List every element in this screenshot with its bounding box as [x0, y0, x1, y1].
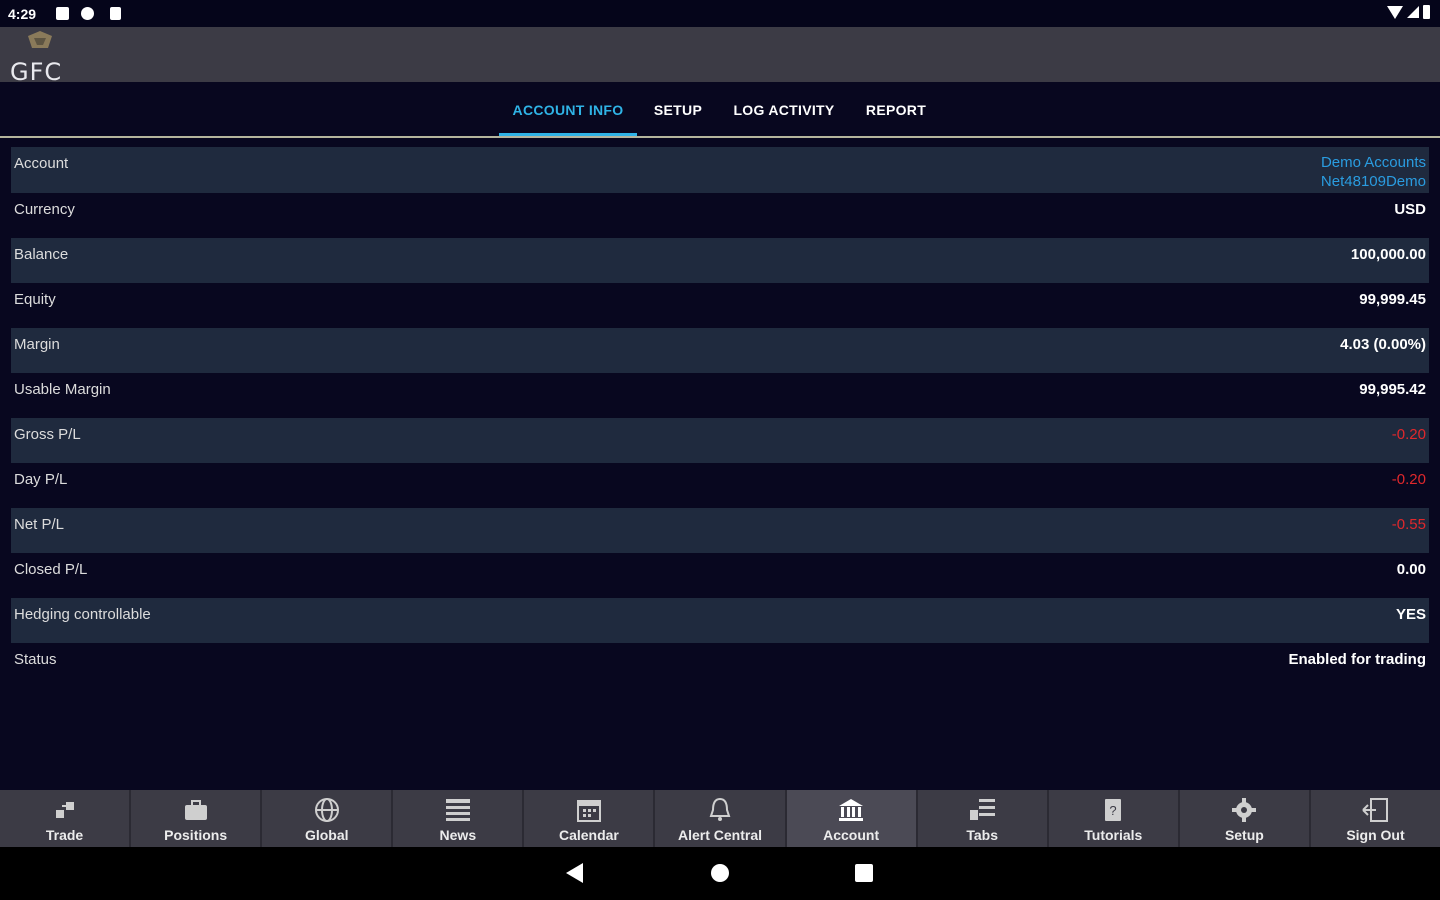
notification-icon	[81, 7, 94, 20]
row-label: Margin	[14, 336, 60, 353]
nav-global[interactable]: Global	[262, 790, 394, 847]
row-value: YES	[1395, 606, 1426, 623]
row-margin: Margin 4.03 (0.00%)	[11, 328, 1429, 373]
nav-sign-out[interactable]: Sign Out	[1311, 790, 1440, 847]
bottom-nav: Trade Positions Global News Calendar Ale…	[0, 790, 1440, 847]
system-nav-bar	[0, 847, 1440, 900]
tab-label: Log Activity	[733, 102, 835, 118]
back-icon[interactable]	[566, 863, 583, 883]
bank-icon	[839, 799, 864, 821]
nav-label: Setup	[1224, 827, 1264, 843]
tab-account-info[interactable]: Account Info	[499, 82, 637, 136]
nav-trade[interactable]: Trade	[0, 790, 132, 847]
row-label: Usable Margin	[14, 381, 111, 398]
row-label: Closed P/L	[14, 561, 88, 578]
cell-signal-icon	[1407, 6, 1419, 18]
row-status: Status Enabled for trading	[11, 643, 1429, 688]
nav-label: Sign Out	[1346, 827, 1405, 843]
nav-label: Alert Central	[678, 827, 763, 843]
status-bar: 4:29	[0, 0, 1440, 27]
row-account[interactable]: Account Demo Accounts Net48109Demo	[11, 147, 1429, 193]
bell-icon	[709, 797, 731, 821]
app-logo: GFC	[10, 30, 72, 86]
news-icon	[445, 799, 470, 821]
row-value: 100,000.00	[1350, 246, 1426, 263]
row-value: -0.20	[1391, 426, 1426, 443]
tab-label: Setup	[653, 102, 703, 118]
row-value: -0.55	[1391, 516, 1426, 533]
nav-label: Account	[823, 827, 880, 843]
logo-emblem-icon	[28, 31, 52, 48]
row-value: 0.00	[1396, 561, 1426, 578]
status-time: 4:29	[8, 6, 37, 22]
row-label: Account	[14, 155, 69, 172]
row-currency: Currency USD	[11, 193, 1429, 238]
tab-label: Account Info	[512, 102, 624, 118]
row-label: Gross P/L	[14, 426, 81, 443]
nav-alert-central[interactable]: Alert Central	[655, 790, 787, 847]
tab-bar: Account Info Setup Log Activity Report	[0, 82, 1440, 138]
row-label: Day P/L	[14, 471, 68, 488]
nav-label: Calendar	[558, 827, 619, 843]
nav-label: News	[439, 827, 477, 843]
row-label: Currency	[14, 201, 75, 218]
account-id: Net48109Demo	[1320, 173, 1426, 190]
row-closed-pl: Closed P/L 0.00	[11, 553, 1429, 598]
svg-text:?: ?	[1110, 803, 1117, 818]
tabs-icon	[970, 799, 996, 820]
nav-setup[interactable]: Setup	[1180, 790, 1311, 847]
app-header: GFC	[0, 27, 1440, 86]
row-value: USD	[1394, 201, 1426, 218]
row-balance: Balance 100,000.00	[11, 238, 1429, 283]
gear-icon	[1232, 798, 1257, 822]
nav-account[interactable]: Account	[786, 790, 918, 847]
tab-log-activity[interactable]: Log Activity	[723, 82, 845, 136]
row-value: 99,995.42	[1359, 381, 1426, 398]
tab-label: Report	[865, 102, 927, 118]
nav-news[interactable]: News	[393, 790, 525, 847]
tab-report[interactable]: Report	[853, 82, 939, 136]
sign-out-icon	[1362, 798, 1389, 822]
recent-apps-icon[interactable]	[855, 864, 873, 882]
row-gross-pl: Gross P/L -0.20	[11, 418, 1429, 463]
globe-icon	[314, 798, 339, 822]
notification-icon	[56, 7, 69, 20]
battery-icon	[1423, 5, 1430, 19]
row-value[interactable]: Demo Accounts Net48109Demo	[1321, 153, 1426, 191]
nav-label: Trade	[45, 827, 84, 843]
row-day-pl: Day P/L -0.20	[11, 463, 1429, 508]
notification-icon	[110, 7, 121, 20]
wifi-icon	[1387, 5, 1403, 19]
nav-tabs[interactable]: Tabs	[918, 790, 1049, 847]
nav-tutorials[interactable]: ? Tutorials	[1049, 790, 1180, 847]
row-label: Equity	[14, 291, 56, 308]
nav-calendar[interactable]: Calendar	[524, 790, 656, 847]
row-net-pl: Net P/L -0.55	[11, 508, 1429, 553]
row-label: Hedging controllable	[14, 606, 151, 623]
row-equity: Equity 99,999.45	[11, 283, 1429, 328]
nav-label: Global	[304, 827, 349, 843]
account-group: Demo Accounts	[1320, 154, 1426, 171]
account-info-table: Account Demo Accounts Net48109Demo Curre…	[11, 147, 1429, 688]
nav-label: Positions	[164, 827, 228, 843]
row-value: -0.20	[1391, 471, 1426, 488]
nav-positions[interactable]: Positions	[131, 790, 263, 847]
briefcase-icon	[184, 800, 207, 820]
nav-label: Tabs	[966, 827, 999, 843]
row-usable-margin: Usable Margin 99,995.42	[11, 373, 1429, 418]
tutorial-icon: ?	[1105, 799, 1122, 821]
row-label: Net P/L	[14, 516, 65, 533]
row-value: 4.03 (0.00%)	[1340, 336, 1426, 353]
row-label: Status	[14, 651, 57, 668]
calendar-icon	[576, 800, 601, 822]
row-value: 99,999.45	[1359, 291, 1426, 308]
nav-label: Tutorials	[1084, 827, 1143, 843]
trade-icon	[55, 802, 74, 818]
home-icon[interactable]	[711, 864, 729, 882]
row-label: Balance	[14, 246, 69, 263]
tab-setup[interactable]: Setup	[641, 82, 715, 136]
row-value: Enabled for trading	[1288, 651, 1426, 668]
row-hedging: Hedging controllable YES	[11, 598, 1429, 643]
